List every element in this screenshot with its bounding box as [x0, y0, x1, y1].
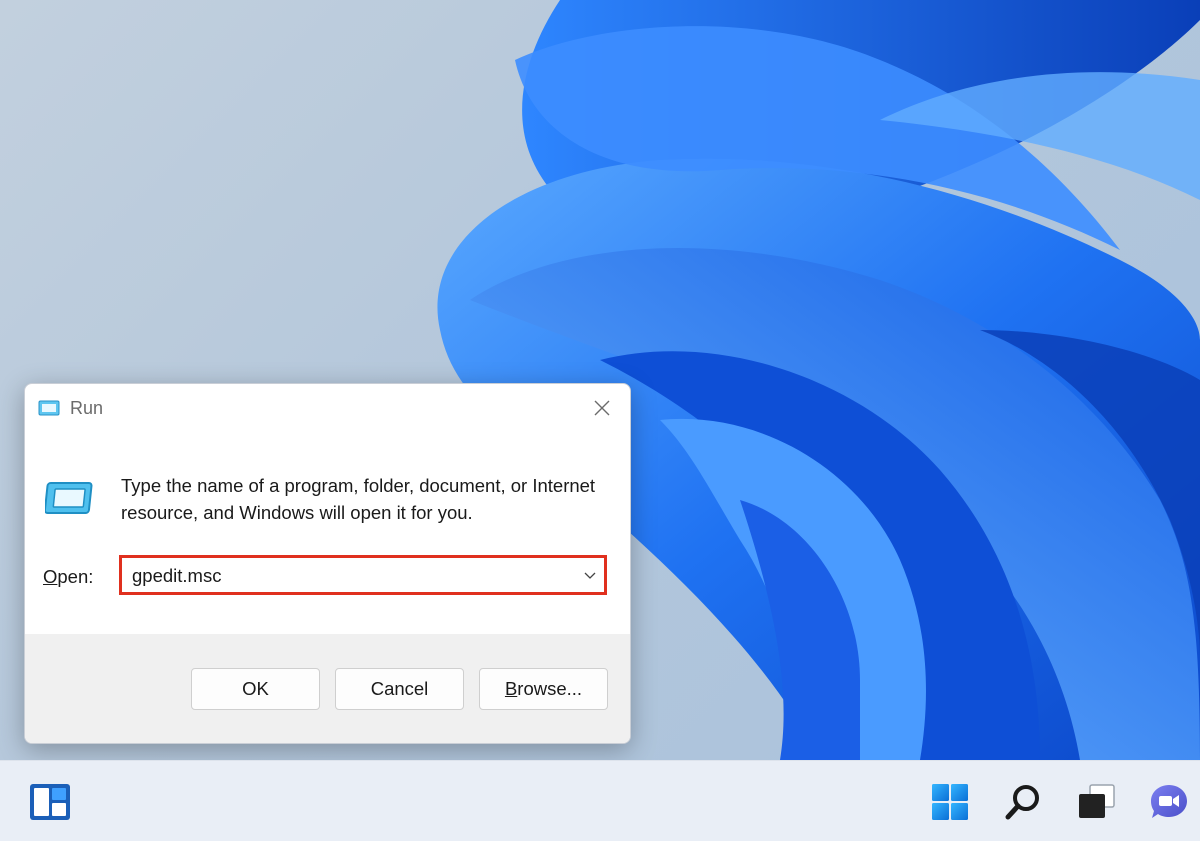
dialog-title: Run	[70, 398, 104, 418]
chevron-down-icon[interactable]	[582, 568, 598, 582]
run-app-icon	[38, 400, 60, 416]
search-button[interactable]	[1000, 779, 1046, 825]
open-input[interactable]	[132, 562, 562, 590]
widgets-button[interactable]	[27, 779, 73, 825]
browse-button[interactable]: Browse...	[479, 668, 608, 710]
search-icon	[1005, 785, 1039, 820]
widgets-icon	[30, 784, 70, 820]
open-label: Open:	[43, 566, 93, 588]
open-combobox[interactable]	[119, 555, 607, 595]
browse-accel: B	[504, 678, 518, 699]
ok-button[interactable]: OK	[191, 668, 320, 710]
close-icon	[594, 400, 610, 416]
run-app-icon	[45, 482, 93, 514]
task-view-button[interactable]	[1074, 779, 1120, 825]
dialog-footer: OK Cancel Browse...	[25, 634, 630, 743]
taskbar	[0, 760, 1200, 841]
browse-rest: rowse...	[517, 678, 583, 699]
dialog-description: Type the name of a program, folder, docu…	[121, 475, 596, 523]
chat-icon	[1151, 785, 1187, 818]
chat-button[interactable]	[1146, 779, 1192, 825]
run-dialog: Run Type the name of a program, folder, …	[24, 383, 631, 744]
open-label-rest: pen:	[57, 566, 94, 587]
start-windows-icon	[932, 784, 968, 820]
dialog-titlebar[interactable]: Run	[25, 384, 630, 432]
open-label-accel: O	[43, 566, 58, 587]
close-button[interactable]	[588, 394, 616, 422]
cancel-button[interactable]: Cancel	[335, 668, 464, 710]
start-button[interactable]	[927, 779, 973, 825]
task-view-icon	[1079, 784, 1115, 818]
